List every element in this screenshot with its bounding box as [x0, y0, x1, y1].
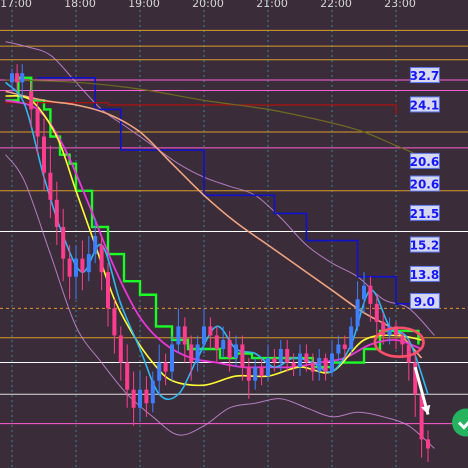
- candle-body: [285, 349, 290, 363]
- candle-body: [298, 353, 302, 368]
- candle-body: [259, 367, 264, 377]
- candle-body: [138, 389, 142, 408]
- candle-body: [362, 285, 366, 300]
- candle-body: [195, 344, 200, 363]
- price-chart: 32.7 24.1 20.6 20.6 21.5 15.2 13.8 9.0 17:00 18:…: [0, 0, 468, 468]
- candle-body: [272, 358, 277, 363]
- candle-body: [176, 326, 181, 345]
- candle-body: [150, 380, 155, 404]
- candle-body: [61, 226, 66, 259]
- candle-body: [131, 389, 136, 408]
- level-label-text: 32.7: [410, 69, 440, 83]
- candle-body: [246, 367, 251, 381]
- time-tick-label: 22:00: [320, 0, 352, 10]
- level-label-text: 21.5: [410, 207, 440, 221]
- candle-body: [342, 344, 347, 349]
- candle-body: [323, 358, 328, 372]
- candle-body: [29, 91, 34, 110]
- candle-body: [170, 344, 174, 372]
- candle-body: [304, 353, 309, 363]
- candle-body: [112, 308, 117, 336]
- candle-body: [266, 358, 270, 377]
- candle-body: [99, 245, 104, 273]
- level-label: 13.8: [410, 265, 440, 282]
- chart-root: 32.7 24.1 20.6 20.6 21.5 15.2 13.8 9.0 17:00 18:…: [0, 0, 468, 468]
- candle-body: [291, 362, 296, 368]
- level-label-text: 13.8: [410, 268, 440, 282]
- level-label: 20.6: [410, 152, 440, 169]
- candle-body: [368, 285, 373, 304]
- candle-body: [48, 172, 53, 200]
- candle-body: [74, 258, 78, 277]
- candle-body: [35, 109, 40, 137]
- level-label-text: 9.0: [414, 295, 435, 309]
- candle-body: [234, 344, 238, 359]
- level-label-text: 20.6: [410, 178, 440, 192]
- candle-body: [20, 73, 25, 83]
- candle-body: [118, 335, 123, 363]
- level-label-text: 20.6: [410, 155, 440, 169]
- candle-body: [125, 362, 130, 390]
- candle-body: [144, 389, 149, 404]
- candle-body: [253, 367, 258, 381]
- level-label: 21.5: [410, 204, 440, 221]
- candle-body: [182, 326, 187, 345]
- candle-body: [310, 362, 315, 372]
- candle-body: [189, 344, 194, 363]
- candle-body: [227, 339, 232, 359]
- candle-body: [374, 303, 379, 322]
- time-tick-label: 20:00: [192, 0, 224, 10]
- candle-body: [406, 344, 411, 363]
- candle-body: [157, 362, 162, 381]
- level-labels: 32.7 24.1 20.6 20.6 21.5 15.2 13.8 9.0: [409, 67, 440, 310]
- candle-body: [214, 335, 219, 349]
- candle-body: [202, 326, 206, 345]
- candle-body: [317, 358, 322, 372]
- candle-body: [106, 272, 110, 309]
- candle-body: [278, 349, 283, 363]
- candle-body: [54, 199, 59, 227]
- candle-body: [349, 326, 354, 349]
- candle-body: [80, 258, 85, 273]
- time-tick-label: 23:00: [384, 0, 416, 10]
- candle-body: [400, 335, 405, 345]
- candle-body: [42, 136, 46, 173]
- time-tick-label: 17:00: [0, 0, 32, 10]
- candle-body: [355, 299, 360, 327]
- candle-body: [336, 344, 341, 354]
- time-tick-label: 19:00: [128, 0, 160, 10]
- time-tick-label: 18:00: [64, 0, 96, 10]
- time-tick-label: 21:00: [256, 0, 288, 10]
- level-label-text: 15.2: [410, 239, 440, 253]
- candle-body: [93, 236, 98, 255]
- candle-body: [163, 362, 168, 372]
- level-label: 24.1: [410, 96, 440, 113]
- level-label: 32.7: [410, 67, 440, 84]
- level-label: 9.0: [409, 293, 440, 310]
- level-label: 15.2: [410, 236, 440, 253]
- candle-body: [240, 344, 245, 368]
- candle-body: [426, 439, 430, 449]
- candle-body: [10, 73, 14, 83]
- level-label: 20.6: [410, 175, 440, 192]
- candle-body: [208, 326, 213, 336]
- candle-body: [86, 254, 91, 273]
- level-label-text: 24.1: [410, 98, 440, 112]
- candle-body: [15, 73, 20, 83]
- candle-body: [221, 339, 226, 349]
- candle-body: [330, 353, 334, 372]
- chart-background: [0, 0, 468, 468]
- candle-body: [67, 258, 72, 277]
